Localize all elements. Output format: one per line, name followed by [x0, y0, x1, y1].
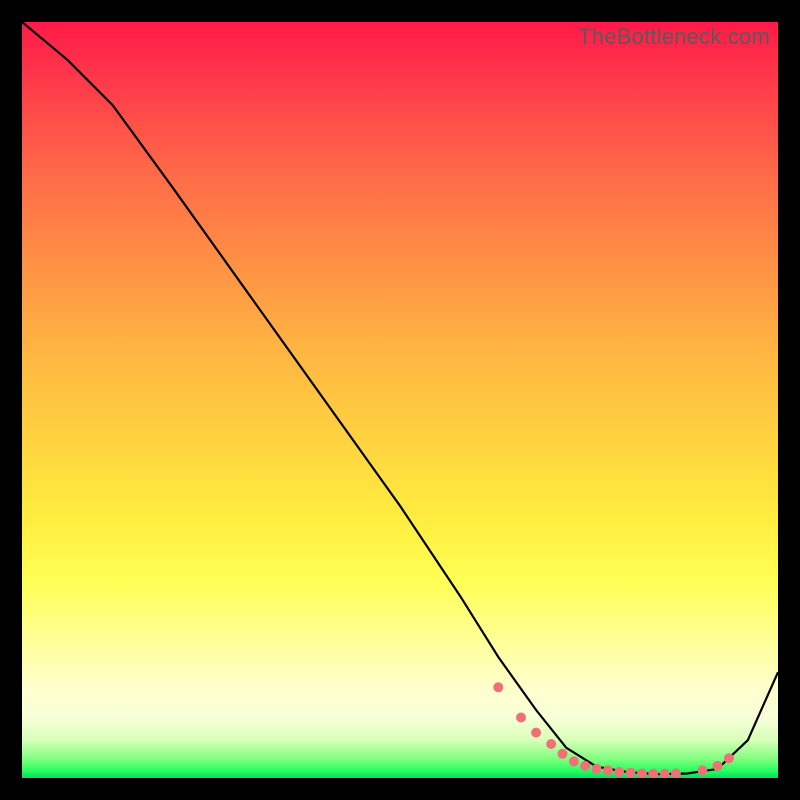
trough-marker	[580, 761, 590, 771]
trough-marker	[713, 761, 723, 771]
trough-marker	[558, 749, 568, 759]
trough-marker	[660, 769, 670, 778]
chart-svg	[22, 22, 778, 778]
trough-marker	[614, 767, 624, 777]
trough-marker	[569, 756, 579, 766]
trough-marker	[637, 769, 647, 779]
trough-marker	[724, 753, 734, 763]
trough-marker	[592, 764, 602, 774]
plot-area: TheBottleneck.com	[22, 22, 778, 778]
trough-marker	[603, 765, 613, 775]
trough-marker	[531, 728, 541, 738]
trough-marker	[546, 739, 556, 749]
trough-marker	[516, 713, 526, 723]
trough-marker	[493, 682, 503, 692]
trough-marker	[626, 768, 636, 778]
trough-marker	[697, 765, 707, 775]
trough-marker	[671, 769, 681, 779]
trough-markers	[493, 682, 734, 778]
chart-frame: TheBottleneck.com	[0, 0, 800, 800]
trough-marker	[648, 769, 658, 778]
curve-line	[22, 22, 778, 774]
